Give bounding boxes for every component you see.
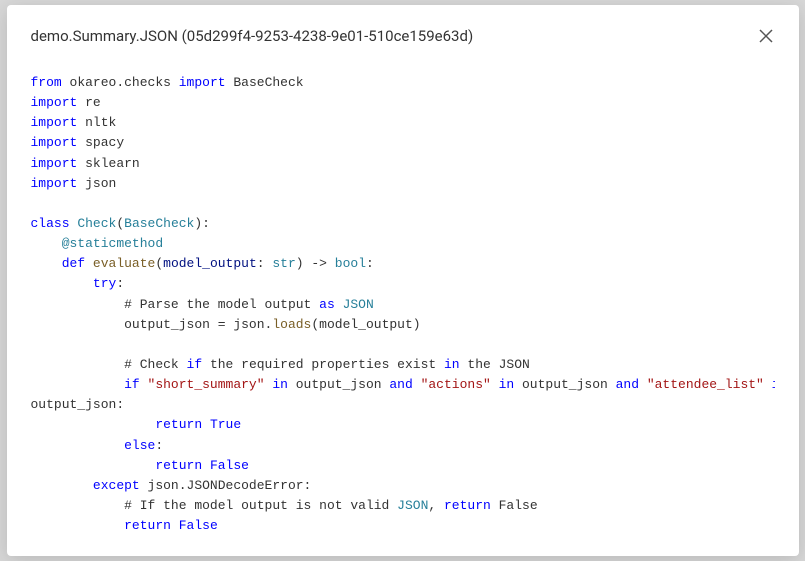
paren: (: [116, 216, 124, 231]
keyword-return: return: [31, 417, 203, 432]
keyword-in: in: [491, 377, 514, 392]
json-word: JSON: [335, 297, 374, 312]
keyword-if: if: [187, 357, 203, 372]
comment: # Check: [31, 357, 187, 372]
keyword-import: import: [31, 115, 78, 130]
json-word: JSON: [397, 498, 428, 513]
keyword-except: except: [31, 478, 140, 493]
module-name: json: [77, 176, 116, 191]
module-name: re: [77, 95, 100, 110]
keyword-and: and: [389, 377, 412, 392]
colon: :: [257, 256, 273, 271]
comment: ,: [428, 498, 444, 513]
module-name: sklearn: [77, 156, 139, 171]
keyword-import: import: [31, 156, 78, 171]
comment: # If the model output is not valid: [31, 498, 398, 513]
function-call: loads: [272, 317, 311, 332]
string-literal: "attendee_list": [639, 377, 764, 392]
import-name: BaseCheck: [226, 75, 304, 90]
colon: ):: [194, 216, 210, 231]
variable: output_json:: [31, 397, 125, 412]
keyword-in: in: [265, 377, 288, 392]
colon: :: [366, 256, 374, 271]
comment: False: [491, 498, 538, 513]
variable: output_json: [514, 377, 615, 392]
keyword-import: import: [31, 176, 78, 191]
variable: output_json: [288, 377, 389, 392]
colon: :: [116, 276, 124, 291]
module-path: okareo.checks: [62, 75, 179, 90]
class-name: Check: [70, 216, 117, 231]
keyword-in: in: [764, 377, 775, 392]
string-literal: "short_summary": [140, 377, 265, 392]
bool-literal: False: [171, 518, 218, 533]
type-annotation: str: [272, 256, 295, 271]
keyword-import: import: [31, 135, 78, 150]
keyword-try: try: [31, 276, 117, 291]
keyword-else: else: [31, 438, 156, 453]
keyword-import: import: [31, 95, 78, 110]
decorator: @staticmethod: [31, 236, 164, 251]
keyword-return: return: [444, 498, 491, 513]
comment: the required properties exist: [202, 357, 444, 372]
keyword-return: return: [31, 518, 171, 533]
module-name: spacy: [77, 135, 124, 150]
bool-literal: False: [202, 458, 249, 473]
base-class: BaseCheck: [124, 216, 194, 231]
colon: :: [155, 438, 163, 453]
keyword-as: as: [319, 297, 335, 312]
keyword-in: in: [444, 357, 460, 372]
comment: # Parse the model output: [31, 297, 320, 312]
string-literal: "actions": [413, 377, 491, 392]
bool-literal: True: [202, 417, 241, 432]
paren: (: [155, 256, 163, 271]
arrow: ) ->: [296, 256, 335, 271]
keyword-and: and: [616, 377, 639, 392]
close-button[interactable]: [757, 27, 775, 45]
keyword-import: import: [179, 75, 226, 90]
keyword-return: return: [31, 458, 203, 473]
comment: the JSON: [460, 357, 530, 372]
keyword-if: if: [31, 377, 140, 392]
keyword-class: class: [31, 216, 70, 231]
modal-header: demo.Summary.JSON (05d299f4-9253-4238-9e…: [31, 27, 775, 45]
function-name: evaluate: [85, 256, 155, 271]
modal-dialog: demo.Summary.JSON (05d299f4-9253-4238-9e…: [7, 5, 799, 556]
keyword-from: from: [31, 75, 62, 90]
code-block: from okareo.checks import BaseCheck impo…: [31, 73, 775, 534]
return-type: bool: [335, 256, 366, 271]
exception-type: json.JSONDecodeError:: [140, 478, 312, 493]
code-text: (model_output): [311, 317, 420, 332]
keyword-def: def: [31, 256, 86, 271]
param-name: model_output: [163, 256, 257, 271]
close-icon: [759, 29, 773, 43]
module-name: nltk: [77, 115, 116, 130]
modal-title: demo.Summary.JSON (05d299f4-9253-4238-9e…: [31, 27, 474, 45]
code-text: output_json = json.: [31, 317, 273, 332]
